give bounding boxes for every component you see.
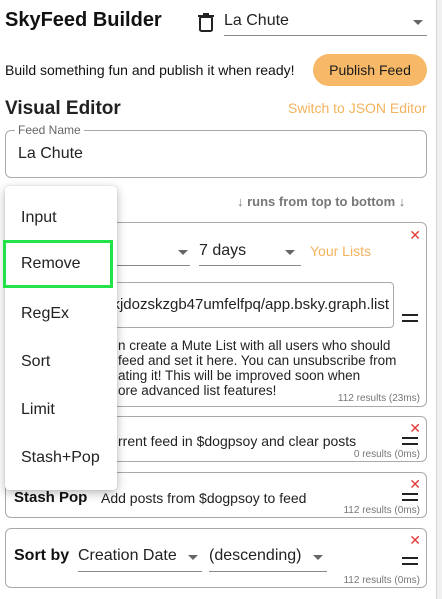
help-line: feed and set it here. You can unsubscrib… xyxy=(118,353,397,368)
app-title: SkyFeed Builder xyxy=(5,9,162,31)
menu-item-label: Input xyxy=(21,209,57,226)
menu-item-label: Remove xyxy=(21,255,81,272)
menu-item-sort[interactable]: Sort xyxy=(5,338,117,386)
close-icon[interactable]: ✕ xyxy=(409,421,421,435)
menu-item-label: Sort xyxy=(21,353,51,370)
sort-field-value: Creation Date xyxy=(78,547,177,564)
visual-editor-title: Visual Editor xyxy=(5,98,121,119)
switch-json-editor-link[interactable]: Switch to JSON Editor xyxy=(288,100,427,116)
feed-select[interactable]: La Chute xyxy=(224,8,427,36)
mute-list-help-text: n create a Mute List with all users who … xyxy=(118,338,414,398)
block-stats: 0 results (0ms) xyxy=(353,449,420,460)
stash-description: rrent feed in $dogpsoy and clear posts xyxy=(118,433,357,449)
sort-order-select[interactable]: (descending) xyxy=(209,542,327,572)
menu-item-input[interactable]: Input xyxy=(5,194,117,242)
drag-handle-icon[interactable] xyxy=(402,557,418,565)
menu-item-label: Limit xyxy=(21,401,55,418)
close-icon[interactable]: ✕ xyxy=(409,477,421,491)
stash-pop-label: Stash Pop xyxy=(14,489,88,506)
publish-feed-button[interactable]: Publish Feed xyxy=(313,54,427,86)
menu-item-remove[interactable]: Remove xyxy=(3,240,113,288)
menu-item-label: RegEx xyxy=(21,305,70,322)
help-line: ating it! This will be improved soon whe… xyxy=(118,368,361,383)
feed-select-value: La Chute xyxy=(224,12,289,29)
menu-item-label: Stash+Pop xyxy=(21,449,100,466)
sort-by-label: Sort by xyxy=(14,547,70,564)
chevron-down-icon xyxy=(178,250,188,255)
trash-icon[interactable] xyxy=(197,12,215,32)
block-stats: 112 results (23ms) xyxy=(337,393,420,404)
menu-item-regex[interactable]: RegEx xyxy=(5,290,117,338)
help-line: n create a Mute List with all users who … xyxy=(118,338,391,353)
close-icon[interactable]: ✕ xyxy=(409,533,421,547)
sort-order-value: (descending) xyxy=(209,547,302,564)
drag-handle-icon[interactable] xyxy=(402,314,418,322)
sort-block: ✕ Sort by Creation Date (descending) 112… xyxy=(5,528,427,588)
list-mode-select[interactable] xyxy=(106,238,190,266)
chevron-down-icon xyxy=(285,250,295,255)
feed-name-field[interactable]: Feed Name La Chute xyxy=(5,123,427,178)
menu-item-stash-pop[interactable]: Stash+Pop xyxy=(5,434,117,482)
chevron-down-icon xyxy=(313,555,323,560)
duration-value: 7 days xyxy=(199,242,247,259)
block-stats: 112 results (0ms) xyxy=(343,505,420,516)
feed-name-label: Feed Name xyxy=(15,123,84,137)
duration-select[interactable]: 7 days xyxy=(199,238,301,266)
feed-name-value: La Chute xyxy=(18,145,83,162)
runs-hint: ↓ runs from top to bottom ↓ xyxy=(237,194,406,209)
sort-field-select[interactable]: Creation Date xyxy=(78,542,202,572)
close-icon[interactable]: ✕ xyxy=(409,228,421,242)
drag-handle-icon[interactable] xyxy=(402,437,418,445)
block-stats: 112 results (0ms) xyxy=(343,575,420,586)
drag-handle-icon[interactable] xyxy=(402,493,418,501)
your-lists-link[interactable]: Your Lists xyxy=(310,243,371,259)
block-type-menu: Input Remove RegEx Sort Limit Stash+Pop xyxy=(3,186,117,490)
stash-pop-description: Add posts from $dogpsoy to feed xyxy=(101,490,307,506)
scrollbar[interactable] xyxy=(436,0,442,599)
chevron-down-icon xyxy=(188,555,198,560)
menu-item-limit[interactable]: Limit xyxy=(5,386,117,434)
intro-text: Build something fun and publish it when … xyxy=(5,62,295,78)
chevron-down-icon xyxy=(413,20,423,25)
